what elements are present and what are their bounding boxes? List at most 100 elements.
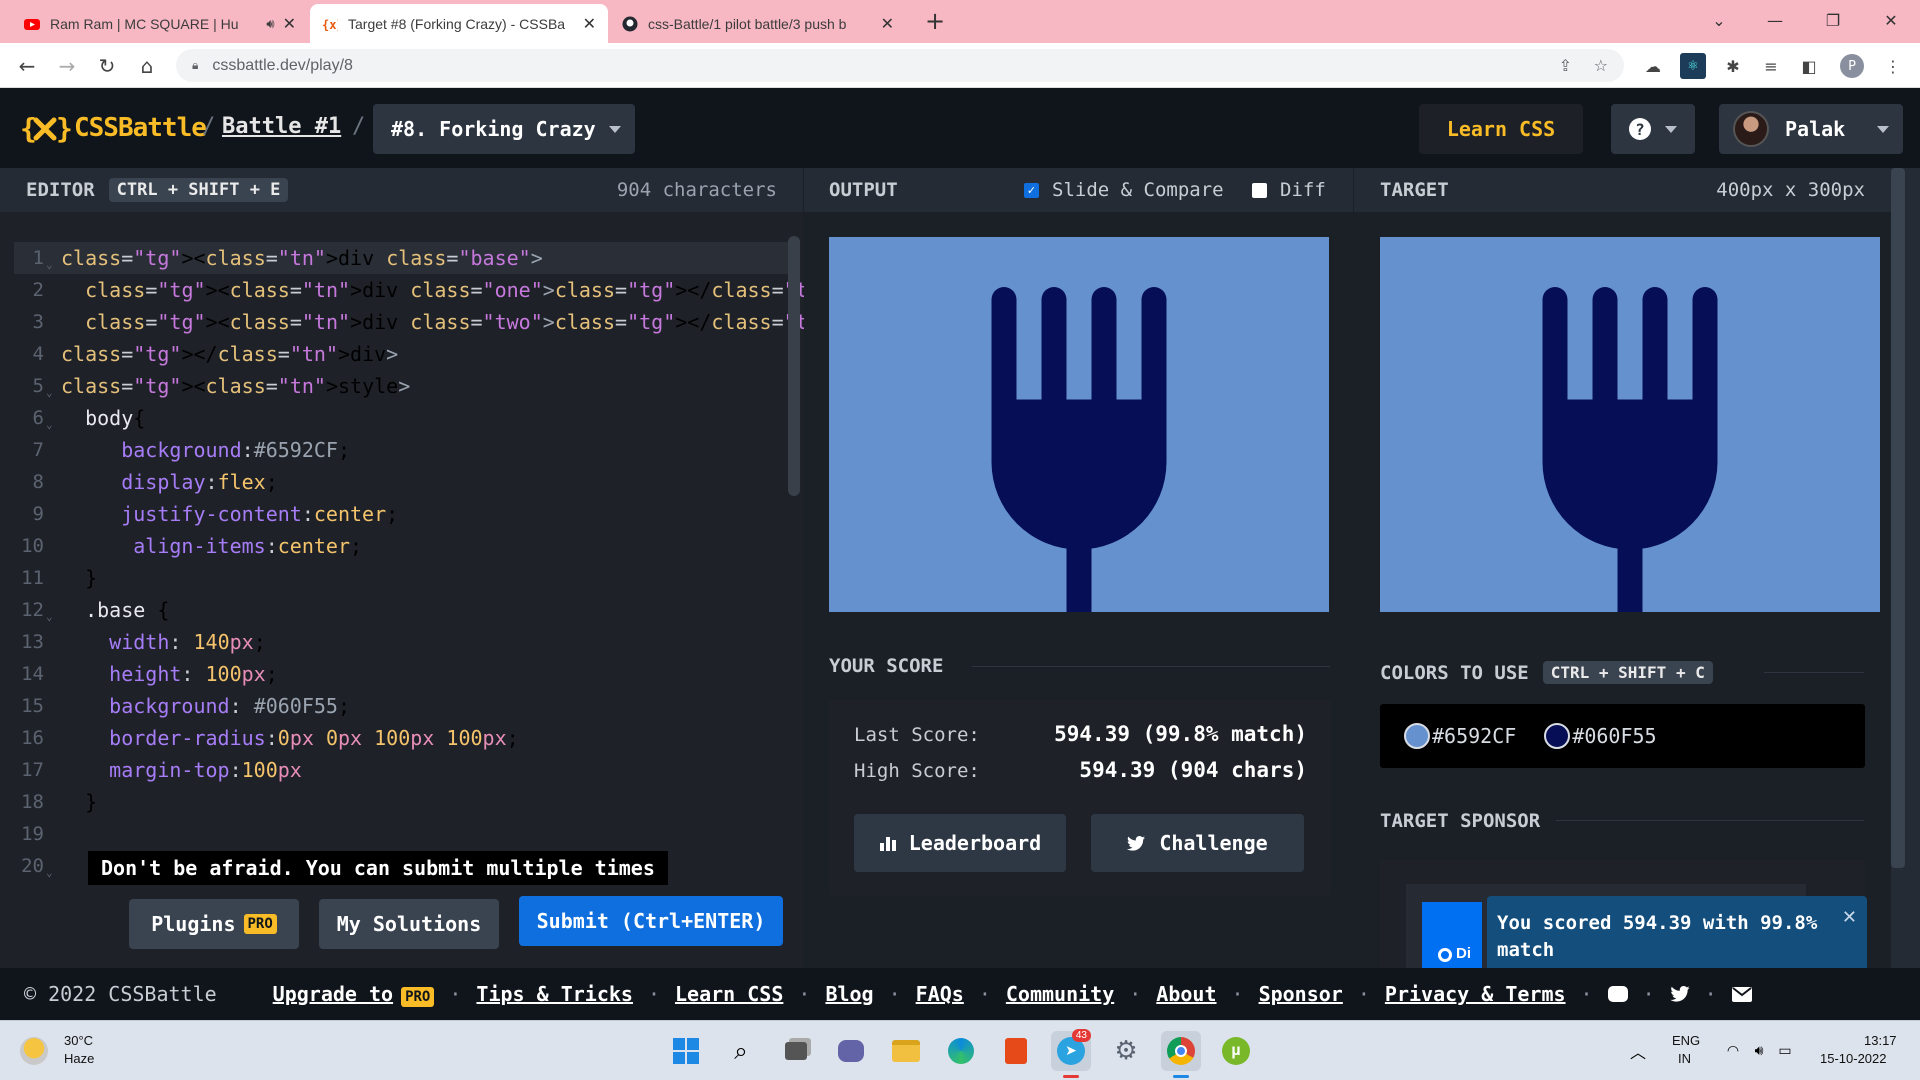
close-icon[interactable]: ✕: [1842, 904, 1857, 931]
browser-tab-youtube[interactable]: Ram Ram | MC SQUARE | Hu 🔊︎ ✕: [12, 4, 308, 43]
diff-checkbox[interactable]: [1252, 183, 1267, 198]
code-line[interactable]: 5 ⌄ class="tg"><class="tn">style>: [0, 370, 411, 402]
close-tab-icon[interactable]: ✕: [583, 14, 596, 34]
color-swatch-light-blue[interactable]: [1404, 723, 1430, 749]
restore-icon[interactable]: ❐: [1810, 0, 1856, 40]
tab-search-icon[interactable]: ⌄: [1696, 0, 1742, 40]
fold-icon[interactable]: ⌄: [46, 418, 56, 431]
minimize-icon[interactable]: —: [1752, 0, 1798, 40]
volume-icon[interactable]: 🔊︎: [1746, 1031, 1772, 1071]
code-line[interactable]: 16 border-radius:0px 0px 100px 100px;: [0, 722, 519, 754]
teams-chat-icon[interactable]: [831, 1031, 871, 1071]
chrome-menu-icon[interactable]: ⋮: [1880, 53, 1906, 79]
settings-gear-icon[interactable]: ⚙︎: [1106, 1031, 1146, 1071]
footer-learn-css-link[interactable]: Learn CSS: [675, 982, 783, 1006]
challenge-button[interactable]: Challenge: [1091, 814, 1304, 872]
clock-time[interactable]: 13:17: [1864, 1033, 1897, 1048]
discord-icon[interactable]: [1607, 986, 1628, 1002]
editor-scrollbar[interactable]: [788, 236, 800, 496]
chevron-up-icon[interactable]: ︿: [1618, 1031, 1658, 1071]
color-swatch-dark-blue[interactable]: [1544, 723, 1571, 749]
code-line[interactable]: 7 background:#6592CF;: [0, 434, 350, 466]
diff-label[interactable]: Diff: [1280, 179, 1326, 201]
user-menu-button[interactable]: Palak: [1719, 104, 1903, 154]
speaker-icon[interactable]: 🔊︎: [266, 16, 274, 32]
media-control-icon[interactable]: ≡: [1758, 53, 1784, 79]
search-icon[interactable]: ⌕: [721, 1031, 761, 1071]
code-line[interactable]: 17 margin-top:100px: [0, 754, 302, 786]
code-line[interactable]: 8 display:flex;: [0, 466, 278, 498]
code-line[interactable]: 11 }: [0, 562, 97, 594]
close-window-icon[interactable]: ✕: [1868, 0, 1914, 40]
fold-icon[interactable]: ⌄: [46, 866, 56, 879]
profile-avatar[interactable]: P: [1840, 54, 1864, 78]
telegram-icon[interactable]: ➤ 43: [1051, 1029, 1091, 1071]
footer-privacy-link[interactable]: Privacy & Terms: [1385, 982, 1566, 1006]
level-selector[interactable]: #8. Forking Crazy: [373, 104, 635, 154]
task-view-icon[interactable]: [776, 1031, 816, 1071]
extensions-puzzle-icon[interactable]: ✱: [1720, 53, 1746, 79]
footer-faqs-link[interactable]: FAQs: [916, 982, 964, 1006]
code-line[interactable]: 14 height: 100px;: [0, 658, 278, 690]
weather-widget[interactable]: 30°C Haze: [20, 1031, 140, 1071]
chrome-icon[interactable]: [1161, 1031, 1201, 1071]
share-icon[interactable]: ⇪: [1559, 56, 1572, 75]
code-line[interactable]: 4 class="tg"></class="tn">div>: [0, 338, 399, 370]
submit-button[interactable]: Submit (Ctrl+ENTER): [519, 896, 783, 946]
color-hex-light-blue[interactable]: #6592CF: [1432, 724, 1516, 748]
home-icon[interactable]: ⌂: [132, 51, 162, 81]
footer-community-link[interactable]: Community: [1006, 982, 1114, 1006]
slide-compare-checkbox[interactable]: ✓: [1024, 183, 1039, 198]
utorrent-icon[interactable]: µ: [1216, 1031, 1256, 1071]
footer-upgrade-link[interactable]: Upgrade to PRO: [273, 982, 435, 1007]
close-tab-icon[interactable]: ✕: [283, 14, 296, 34]
code-line[interactable]: 15 background: #060F55;: [0, 690, 350, 722]
edge-browser-icon[interactable]: [941, 1031, 981, 1071]
code-line[interactable]: 2 class="tg"><class="tn">div class="one"…: [0, 274, 892, 306]
help-menu-button[interactable]: ?: [1611, 104, 1695, 154]
page-scrollbar[interactable]: [1891, 168, 1920, 968]
wifi-icon[interactable]: ◠: [1718, 1031, 1748, 1071]
breadcrumb-battle[interactable]: Battle #1: [222, 114, 341, 139]
leaderboard-button[interactable]: Leaderboard: [854, 814, 1066, 872]
code-line[interactable]: 18 }: [0, 786, 97, 818]
code-line[interactable]: 19: [0, 818, 61, 850]
slide-compare-label[interactable]: Slide & Compare: [1052, 179, 1224, 201]
close-tab-icon[interactable]: ✕: [881, 14, 894, 34]
output-preview-canvas[interactable]: [829, 237, 1329, 612]
address-bar[interactable]: 🔒︎ cssbattle.dev/play/8 ⇪ ☆: [176, 49, 1624, 82]
forward-icon[interactable]: →: [52, 51, 82, 81]
footer-blog-link[interactable]: Blog: [825, 982, 873, 1006]
code-line[interactable]: 3 class="tg"><class="tn">div class="two"…: [0, 306, 892, 338]
language-indicator[interactable]: ENG: [1672, 1033, 1700, 1048]
mail-icon[interactable]: [1731, 986, 1752, 1002]
browser-tab-cssbattle[interactable]: {x} Target #8 (Forking Crazy) - CSSBa ✕: [310, 4, 608, 43]
code-line[interactable]: 13 width: 140px;: [0, 626, 266, 658]
learn-css-button[interactable]: Learn CSS: [1419, 104, 1583, 154]
region-indicator[interactable]: IN: [1678, 1051, 1691, 1066]
code-line[interactable]: 1 ⌄ class="tg"><class="tn">div class="base…: [0, 242, 543, 274]
code-line[interactable]: 12 ⌄ .base {: [0, 594, 169, 626]
fold-icon[interactable]: ⌄: [46, 386, 56, 399]
color-hex-dark-blue[interactable]: #060F55: [1572, 724, 1656, 748]
new-tab-button[interactable]: +: [920, 6, 950, 36]
back-icon[interactable]: ←: [12, 51, 42, 81]
clock-date[interactable]: 15-10-2022: [1820, 1051, 1887, 1066]
cssbattle-logo[interactable]: {} CSSBattle: [20, 112, 207, 144]
fold-icon[interactable]: ⌄: [46, 610, 56, 623]
browser-tab-github[interactable]: css-Battle/1 pilot battle/3 push b ✕: [610, 4, 906, 43]
reload-icon[interactable]: ↻: [92, 51, 122, 81]
my-solutions-button[interactable]: My Solutions: [319, 899, 499, 949]
code-line[interactable]: 9 justify-content:center;: [0, 498, 399, 530]
footer-tips-link[interactable]: Tips & Tricks: [476, 982, 633, 1006]
plugins-button[interactable]: Plugins PRO: [129, 899, 299, 949]
bookmark-star-icon[interactable]: ☆: [1594, 56, 1608, 75]
footer-sponsor-link[interactable]: Sponsor: [1259, 982, 1343, 1006]
code-line[interactable]: 6 ⌄ body{: [0, 402, 146, 434]
extension-cloud-icon[interactable]: ☁︎: [1640, 53, 1666, 79]
battery-icon[interactable]: ▭: [1772, 1031, 1798, 1071]
twitter-icon[interactable]: [1670, 986, 1690, 1002]
extension-react-icon[interactable]: ⚛︎: [1680, 53, 1706, 79]
office-icon[interactable]: [996, 1031, 1036, 1071]
fold-icon[interactable]: ⌄: [46, 258, 56, 271]
